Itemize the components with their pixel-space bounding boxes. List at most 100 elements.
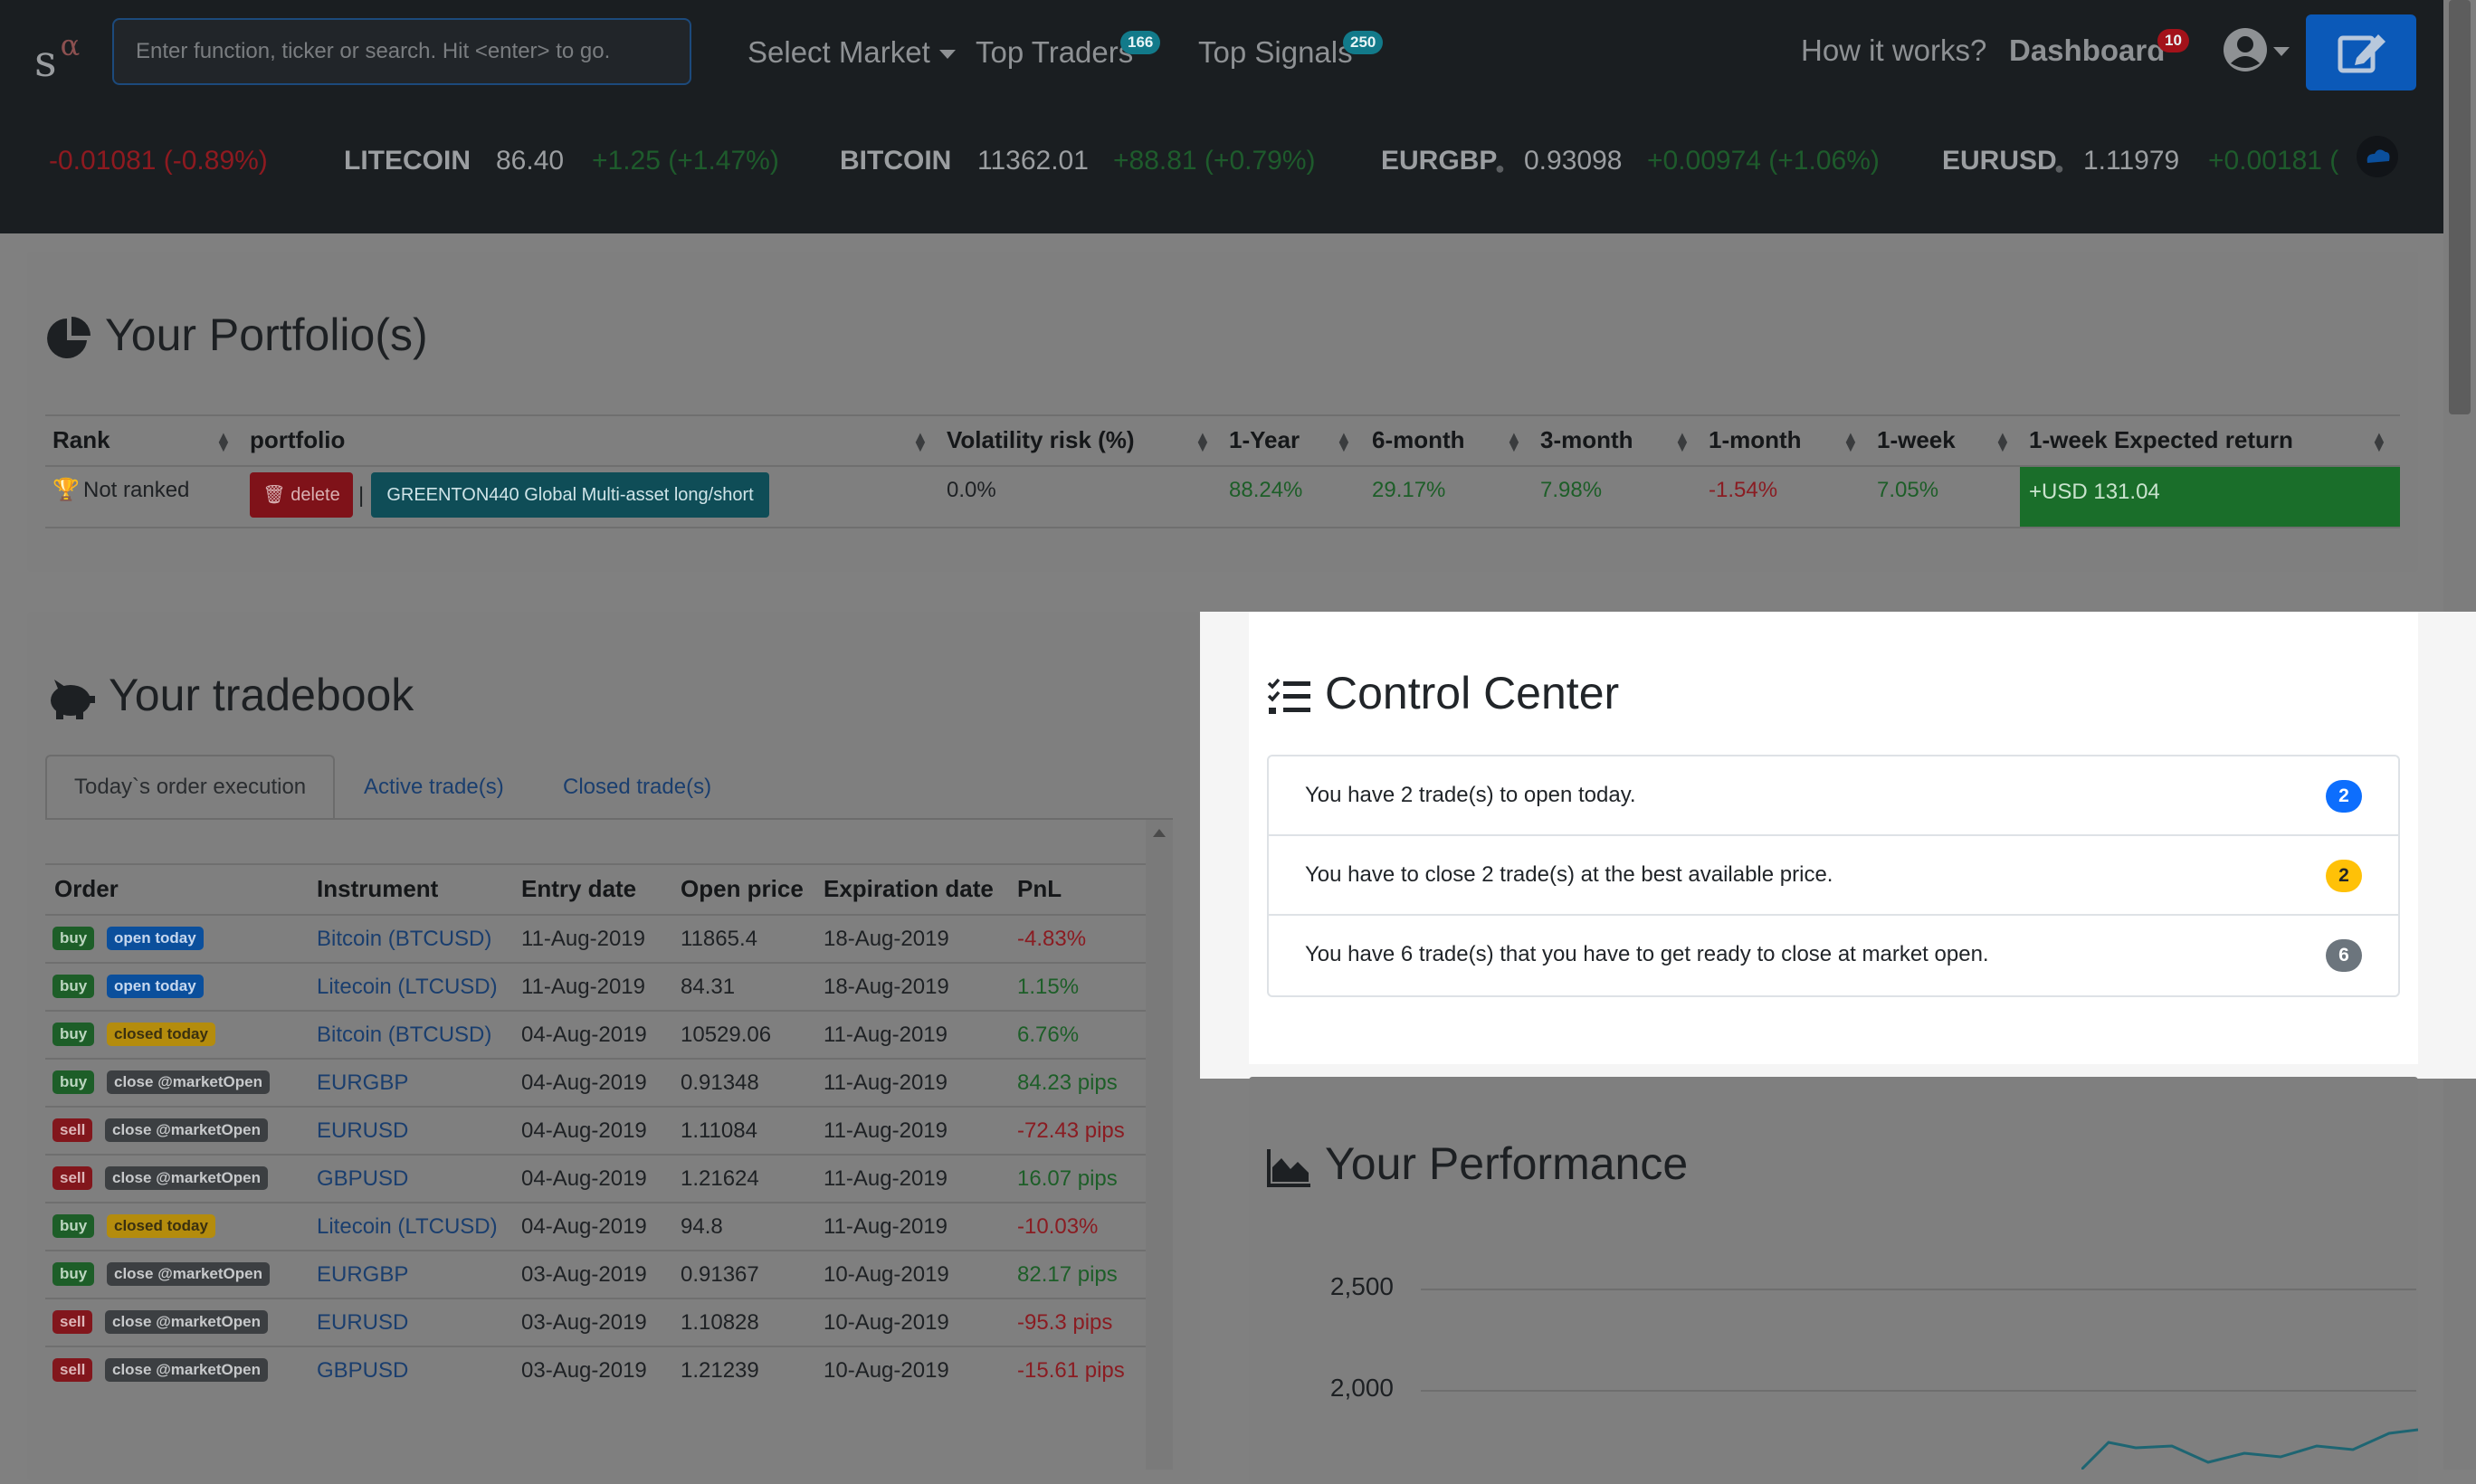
portfolio-name-button[interactable]: GREENTON440 Global Multi-asset long/shor… (371, 472, 769, 518)
sort-icon[interactable]: ▲ ▼ (1336, 429, 1352, 454)
entry-date: 11-Aug-2019 (521, 975, 645, 999)
dashboard-link[interactable]: Dashboard 10 (2009, 29, 2189, 69)
expected-return-value: +USD 131.04 (2020, 467, 2400, 527)
sort-icon[interactable]: ▲ ▼ (215, 429, 232, 454)
order-status-badge: open today (107, 927, 204, 950)
entry-date: 04-Aug-2019 (521, 1023, 647, 1047)
return-6-month: 29.17% (1372, 478, 1446, 502)
ticker-price: 0.93098 (1524, 146, 1623, 176)
sort-icon[interactable]: ▲ ▼ (1506, 429, 1522, 454)
instrument-link[interactable]: Litecoin (LTCUSD) (317, 969, 498, 1005)
user-avatar-icon[interactable] (2223, 27, 2268, 72)
order-side-badge: sell (52, 1166, 93, 1190)
tab-todays-orders-label[interactable]: Today`s order execution (74, 773, 306, 802)
col-rank[interactable]: Rank (52, 414, 110, 465)
market-ticker: -0.01081 (-0.89%) LITECOIN 86.40 +1.25 (… (0, 109, 2443, 233)
col-expiration-date: Expiration date (824, 875, 994, 902)
entry-date: 11-Aug-2019 (521, 927, 645, 951)
sort-icon[interactable]: ▲ ▼ (1995, 429, 2011, 454)
task-list-icon (1267, 678, 1310, 714)
app-logo[interactable]: sα (34, 24, 80, 89)
table-row: buy close @marketOpen EURGBP 04-Aug-2019 0.9… (45, 1058, 1146, 1108)
edit-icon (2338, 34, 2386, 73)
instrument-link[interactable]: EURUSD (317, 1113, 408, 1149)
instrument-link[interactable]: Litecoin (LTCUSD) (317, 1209, 498, 1245)
divider (45, 863, 1146, 865)
separator: | (358, 483, 365, 508)
col-volatility[interactable]: Volatility risk (%) (947, 414, 1135, 465)
instrument-link[interactable]: EURGBP (317, 1065, 408, 1101)
y-tick-label: 2,500 (1329, 1272, 1394, 1300)
delete-button[interactable]: 🗑 delete (250, 472, 353, 518)
col-1-week[interactable]: 1-week (1877, 414, 1956, 465)
scroll-up-icon[interactable] (1153, 829, 1166, 837)
table-row: sell close @marketOpen EURUSD 04-Aug-2019 1.… (45, 1106, 1146, 1156)
sort-icon[interactable]: ▲ ▼ (1195, 429, 1211, 454)
ticker-name[interactable]: EURUSD (1942, 143, 2057, 179)
sort-icon[interactable]: ▲ ▼ (1674, 429, 1690, 454)
select-market-dropdown[interactable]: Select Market (748, 34, 956, 71)
order-status-badge: closed today (107, 1023, 215, 1046)
pnl-value: 16.07 pips (1017, 1166, 1118, 1191)
instrument-link[interactable]: GBPUSD (317, 1353, 408, 1389)
open-price: 1.21624 (681, 1166, 759, 1191)
order-status-badge: close @marketOpen (107, 1070, 270, 1094)
page-scrollbar-thumb[interactable] (2449, 0, 2471, 414)
expiration-date: 11-Aug-2019 (824, 1023, 948, 1047)
control-center-item-close-best-price[interactable]: You have to close 2 trade(s) at the best… (1269, 836, 2398, 916)
sort-icon[interactable]: ▲ ▼ (912, 429, 928, 454)
col-3-month[interactable]: 3-month (1540, 414, 1633, 465)
sort-icon[interactable]: ▲ ▼ (2371, 429, 2387, 454)
expiration-date: 18-Aug-2019 (824, 975, 949, 999)
how-it-works-link[interactable]: How it works? (1801, 33, 1986, 69)
ticker-name[interactable]: BITCOIN (840, 143, 951, 179)
entry-date: 04-Aug-2019 (521, 1166, 647, 1191)
col-1-month[interactable]: 1-month (1709, 414, 1802, 465)
instrument-link[interactable]: Bitcoin (BTCUSD) (317, 921, 491, 957)
order-status-badge: close @marketOpen (107, 1262, 270, 1286)
edit-button[interactable] (2306, 14, 2416, 90)
top-traders-link[interactable]: Top Traders 166 (976, 31, 1161, 71)
search-input[interactable]: Enter function, ticker or search. Hit <e… (112, 18, 691, 85)
top-signals-count-badge: 250 (1343, 31, 1384, 54)
pnl-value: 84.23 pips (1017, 1070, 1118, 1095)
instrument-link[interactable]: GBPUSD (317, 1161, 408, 1197)
col-6-month[interactable]: 6-month (1372, 414, 1465, 465)
instrument-link[interactable]: EURUSD (317, 1305, 408, 1341)
control-center-item-close-market-open[interactable]: You have 6 trade(s) that you have to get… (1269, 916, 2398, 995)
tab-active-trades[interactable]: Active trade(s) (364, 773, 504, 802)
pnl-value: -95.3 pips (1017, 1310, 1113, 1335)
return-1-year: 88.24% (1229, 478, 1303, 502)
pnl-value: -4.83% (1017, 927, 1087, 951)
tab-closed-trades[interactable]: Closed trade(s) (563, 773, 711, 802)
tab-divider (45, 818, 1173, 820)
performance-title: Your Performance (1267, 1137, 1688, 1191)
pnl-value: -10.03% (1017, 1214, 1099, 1239)
open-price: 11865.4 (681, 927, 757, 951)
top-signals-link[interactable]: Top Signals 250 (1198, 31, 1384, 71)
col-portfolio[interactable]: portfolio (250, 414, 345, 465)
dashboard-label: Dashboard (2009, 33, 2166, 67)
top-traders-label: Top Traders (976, 35, 1134, 69)
col-1-year[interactable]: 1-Year (1229, 414, 1300, 465)
col-expected-return[interactable]: 1-week Expected return (2029, 414, 2293, 465)
entry-date: 03-Aug-2019 (521, 1358, 647, 1383)
ticker-name[interactable]: EURGBP (1381, 143, 1497, 179)
order-side-badge: buy (52, 1070, 95, 1094)
top-traders-count-badge: 166 (1120, 31, 1161, 54)
chevron-down-icon[interactable] (2273, 47, 2290, 56)
order-status-badge: close @marketOpen (105, 1166, 268, 1190)
instrument-link[interactable]: EURGBP (317, 1257, 408, 1293)
instrument-link[interactable]: Bitcoin (BTCUSD) (317, 1017, 491, 1053)
count-badge: 2 (2326, 860, 2362, 892)
tradebook-scrollbar[interactable] (1146, 820, 1173, 1470)
control-center-item-open-today[interactable]: You have 2 trade(s) to open today. 2 (1269, 756, 2398, 836)
count-badge: 6 (2326, 939, 2362, 972)
ticker-name[interactable]: LITECOIN (344, 143, 471, 179)
sort-icon[interactable]: ▲ ▼ (1843, 429, 1859, 454)
table-row: buy closed today Litecoin (LTCUSD) 04-Aug-2… (45, 1202, 1146, 1251)
return-1-month: -1.54% (1709, 478, 1778, 502)
col-order: Order (54, 875, 119, 902)
cloud-icon[interactable] (2357, 136, 2398, 177)
order-side-badge: sell (52, 1358, 93, 1382)
